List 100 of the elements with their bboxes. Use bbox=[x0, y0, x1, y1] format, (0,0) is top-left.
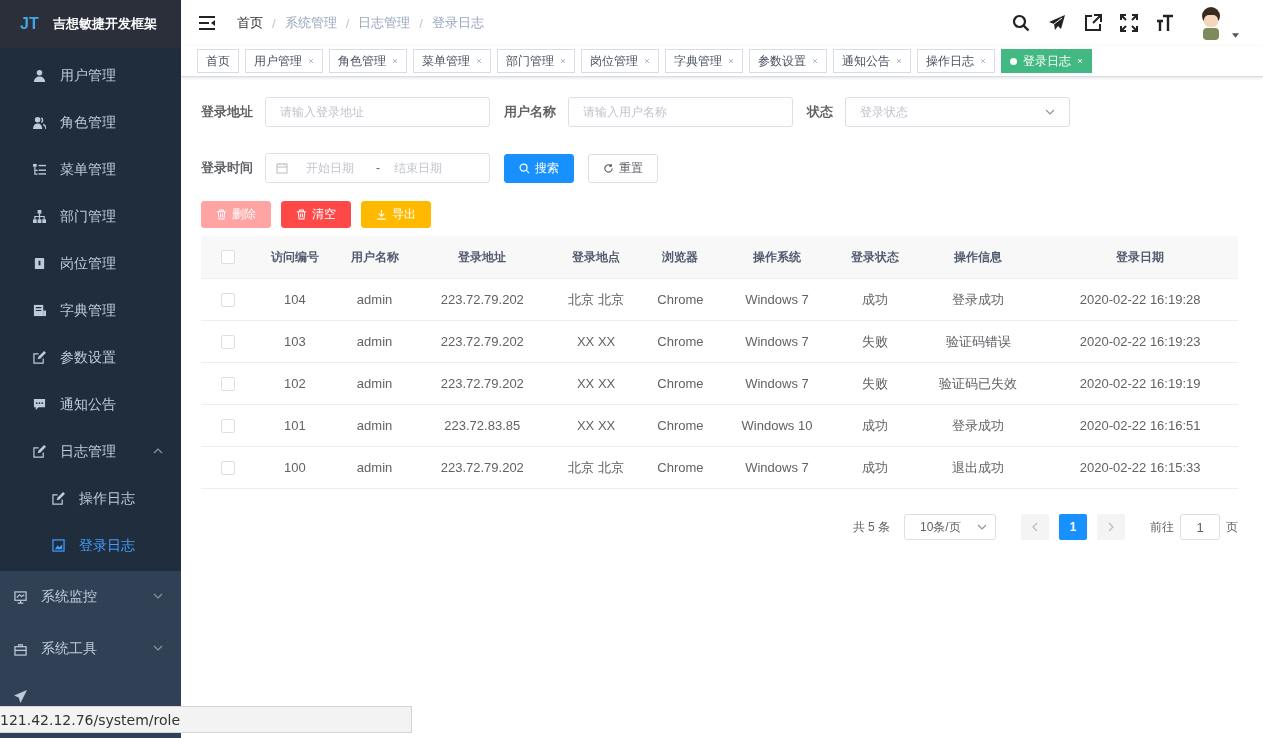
page-size-select[interactable]: 10条/页 bbox=[904, 514, 996, 540]
user-icon bbox=[33, 69, 46, 82]
page-tab[interactable]: 角色管理 bbox=[329, 49, 407, 73]
table-cell: 成功 bbox=[835, 278, 915, 321]
close-icon[interactable] bbox=[308, 58, 314, 64]
table-cell: admin bbox=[334, 320, 415, 363]
total-count: 共 5 条 bbox=[852, 518, 890, 536]
table-cell: 223.72.83.85 bbox=[414, 404, 551, 447]
table-cell: 成功 bbox=[835, 446, 915, 489]
sidebar-item[interactable]: 字典管理 bbox=[0, 287, 181, 334]
field-label: 登录时间 bbox=[201, 159, 253, 177]
sidebar-item[interactable]: 菜单管理 bbox=[0, 146, 181, 193]
column-header: 访问编号 bbox=[255, 236, 335, 279]
sidebar-item[interactable]: 系统工具 bbox=[0, 623, 181, 675]
page-tab[interactable]: 岗位管理 bbox=[581, 49, 659, 73]
row-checkbox[interactable] bbox=[221, 293, 235, 308]
reset-button[interactable]: 重置 bbox=[588, 153, 658, 183]
table-cell: 登录成功 bbox=[914, 404, 1043, 447]
table-cell: admin bbox=[334, 404, 415, 447]
table-cell: Chrome bbox=[642, 320, 719, 363]
username-field[interactable]: 请输入用户名称 bbox=[568, 97, 793, 127]
close-icon[interactable] bbox=[476, 58, 482, 64]
page-tab[interactable]: 首页 bbox=[197, 49, 239, 73]
previous-page-button[interactable] bbox=[1021, 514, 1049, 540]
search-icon[interactable] bbox=[1012, 14, 1030, 32]
chevron-down-icon bbox=[977, 524, 987, 530]
close-icon[interactable] bbox=[896, 58, 902, 64]
page-tab[interactable]: 操作日志 bbox=[917, 49, 995, 73]
sidebar-item[interactable]: 角色管理 bbox=[0, 99, 181, 146]
table-cell: admin bbox=[334, 278, 415, 321]
column-header: 操作系统 bbox=[718, 236, 835, 279]
table-cell: 2020-02-22 16:19:23 bbox=[1042, 320, 1238, 363]
table-cell: 103 bbox=[255, 320, 335, 363]
row-checkbox[interactable] bbox=[221, 461, 235, 476]
sidebar-item[interactable]: 部门管理 bbox=[0, 193, 181, 240]
close-icon[interactable] bbox=[980, 58, 986, 64]
table-cell: Windows 7 bbox=[718, 278, 835, 321]
table-cell: XX XX bbox=[550, 320, 642, 363]
table-cell: 100 bbox=[255, 446, 335, 489]
external-link-icon[interactable] bbox=[1084, 14, 1102, 32]
column-header: 操作信息 bbox=[914, 236, 1043, 279]
table-cell: 223.72.79.202 bbox=[414, 320, 551, 363]
next-page-button[interactable] bbox=[1097, 514, 1125, 540]
row-checkbox[interactable] bbox=[221, 335, 235, 350]
paper-plane-icon[interactable] bbox=[1048, 14, 1066, 32]
sidebar-item[interactable]: 操作日志 bbox=[0, 475, 181, 522]
close-icon[interactable] bbox=[560, 58, 566, 64]
table-cell: 登录成功 bbox=[914, 278, 1043, 321]
monitor-icon bbox=[14, 590, 27, 604]
fullscreen-icon[interactable] bbox=[1120, 14, 1138, 32]
edit-icon bbox=[33, 351, 46, 364]
table-cell: Chrome bbox=[642, 362, 719, 405]
breadcrumb-item: 登录日志 bbox=[431, 14, 484, 32]
close-icon[interactable] bbox=[812, 58, 818, 64]
table-cell: 成功 bbox=[835, 404, 915, 447]
goto-page-field[interactable]: 1 bbox=[1180, 514, 1220, 540]
text-size-icon[interactable] bbox=[1156, 14, 1174, 32]
breadcrumb-separator: / bbox=[419, 15, 423, 31]
paper-plane-icon[interactable] bbox=[14, 690, 27, 703]
menu-toggle-icon[interactable] bbox=[199, 16, 215, 30]
page-tab[interactable]: 字典管理 bbox=[665, 49, 743, 73]
close-icon[interactable] bbox=[392, 58, 398, 64]
table-cell: 223.72.79.202 bbox=[414, 446, 551, 489]
column-header: 登录地址 bbox=[414, 236, 551, 279]
breadcrumb-item[interactable]: 首页 bbox=[237, 14, 263, 32]
message-icon bbox=[33, 398, 46, 411]
sidebar-item[interactable]: 登录日志 bbox=[0, 522, 181, 569]
table-cell: 退出成功 bbox=[914, 446, 1043, 489]
page-tab[interactable]: 用户管理 bbox=[245, 49, 323, 73]
status-url-bar: 121.42.12.76/system/role bbox=[0, 706, 412, 733]
date-range-field[interactable]: 开始日期 - 结束日期 bbox=[265, 153, 490, 183]
table-cell: 北京 北京 bbox=[550, 278, 642, 321]
toolbox-icon bbox=[14, 642, 27, 656]
table-cell: 失败 bbox=[835, 320, 915, 363]
table-cell: XX XX bbox=[550, 404, 642, 447]
table-cell: 2020-02-22 16:15:33 bbox=[1042, 446, 1238, 489]
page-tab[interactable]: 参数设置 bbox=[749, 49, 827, 73]
sidebar-item[interactable]: 岗位管理 bbox=[0, 240, 181, 287]
sidebar-item[interactable]: 用户管理 bbox=[0, 52, 181, 99]
sidebar-item[interactable]: 系统监控 bbox=[0, 571, 181, 623]
field-label: 用户名称 bbox=[504, 103, 556, 121]
close-icon[interactable] bbox=[644, 58, 650, 64]
row-checkbox[interactable] bbox=[221, 419, 235, 434]
login-address-field[interactable]: 请输入登录地址 bbox=[265, 97, 490, 127]
table-cell: Chrome bbox=[642, 446, 719, 489]
row-checkbox[interactable] bbox=[221, 377, 235, 392]
table-cell: admin bbox=[334, 362, 415, 405]
sidebar-item[interactable]: 日志管理 bbox=[0, 428, 181, 475]
sidebar-item[interactable]: 参数设置 bbox=[0, 334, 181, 381]
page-suffix: 页 bbox=[1226, 518, 1238, 536]
page-tab[interactable]: 部门管理 bbox=[497, 49, 575, 73]
close-icon[interactable] bbox=[728, 58, 734, 64]
sidebar-item[interactable]: 通知公告 bbox=[0, 381, 181, 428]
page-tab[interactable]: 菜单管理 bbox=[413, 49, 491, 73]
breadcrumb-separator: / bbox=[272, 15, 276, 31]
table-cell: Windows 7 bbox=[718, 446, 835, 489]
page-tab[interactable]: 通知公告 bbox=[833, 49, 911, 73]
caret-down-icon[interactable] bbox=[1232, 32, 1239, 38]
select-all-checkbox[interactable] bbox=[221, 250, 235, 265]
list-tree-icon bbox=[33, 163, 46, 176]
